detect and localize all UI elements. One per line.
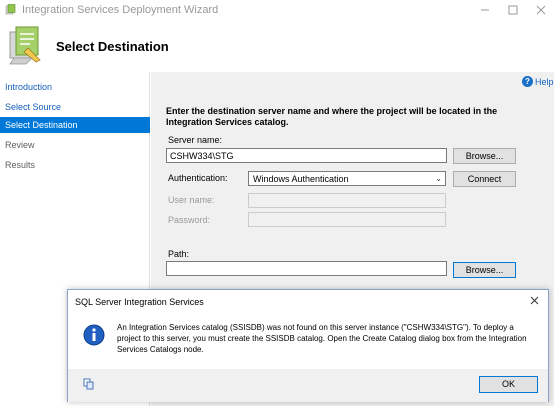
deployment-wizard-icon [9, 26, 41, 65]
wizard-header: Select Destination [0, 20, 554, 72]
info-icon [83, 324, 105, 346]
authentication-select[interactable]: Windows Authentication ⌄ [248, 171, 446, 186]
window-title: Integration Services Deployment Wizard [22, 4, 219, 16]
authentication-value: Windows Authentication [253, 174, 349, 184]
dialog-footer: OK [68, 369, 548, 402]
sidebar-item-select-destination[interactable]: Select Destination [0, 117, 150, 133]
close-icon [536, 5, 546, 15]
error-message-dialog: SQL Server Integration Services An Integ… [67, 289, 549, 402]
path-input[interactable] [166, 261, 447, 276]
minimize-icon [481, 9, 489, 11]
authentication-label: Authentication: [168, 173, 228, 183]
dialog-close-button[interactable] [530, 294, 539, 308]
path-label: Path: [168, 249, 190, 259]
ok-button[interactable]: OK [479, 376, 538, 393]
dialog-title: SQL Server Integration Services [75, 297, 204, 307]
chevron-down-icon: ⌄ [435, 174, 442, 183]
password-label: Password: [168, 215, 211, 225]
user-name-input [248, 193, 446, 208]
sidebar-item-introduction[interactable]: Introduction [0, 79, 150, 95]
help-icon: ? [522, 76, 533, 87]
browse-path-button[interactable]: Browse... [453, 262, 516, 278]
instructions-text: Enter the destination server name and wh… [166, 106, 498, 127]
sidebar-item-results: Results [5, 160, 36, 170]
password-input [248, 212, 446, 227]
connect-button[interactable]: Connect [453, 171, 516, 187]
sidebar-item-select-source[interactable]: Select Source [0, 99, 150, 115]
user-name-label: User name: [168, 195, 215, 205]
close-button[interactable] [518, 0, 554, 20]
help-label: Help [535, 76, 554, 87]
server-name-label: Server name: [168, 135, 223, 145]
server-name-input[interactable]: CSHW334\STG [166, 148, 447, 163]
browse-server-button[interactable]: Browse... [453, 148, 516, 164]
page-title: Select Destination [56, 39, 169, 54]
copy-icon[interactable] [83, 378, 95, 390]
wizard-app-icon [5, 4, 16, 15]
help-link[interactable]: ? Help [522, 76, 554, 87]
maximize-icon [508, 5, 518, 15]
title-bar: Integration Services Deployment Wizard [0, 0, 554, 20]
sidebar-item-review: Review [5, 140, 35, 150]
close-icon [530, 296, 539, 305]
dialog-message: An Integration Services catalog (SSISDB)… [117, 323, 527, 354]
